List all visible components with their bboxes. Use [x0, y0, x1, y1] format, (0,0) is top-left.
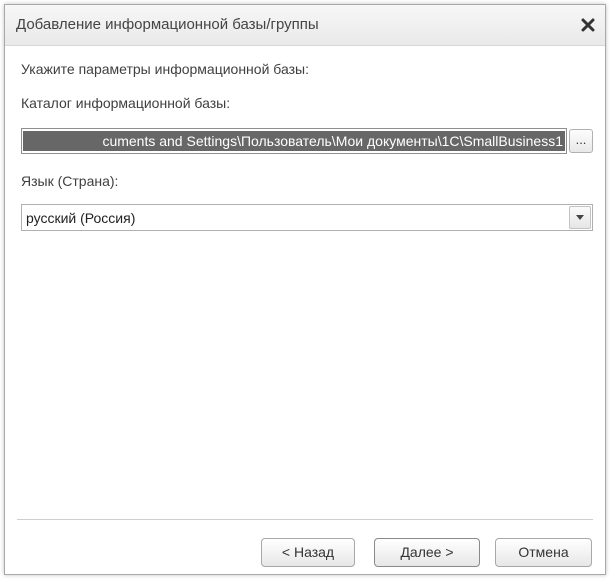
title-bar[interactable]: Добавление информационной базы/группы [5, 5, 605, 46]
next-button[interactable]: Далее > [374, 538, 480, 567]
back-button[interactable]: < Назад [261, 538, 355, 567]
close-button[interactable] [577, 14, 599, 36]
language-dropdown-button[interactable] [569, 206, 591, 229]
catalog-path-value: cuments and Settings\Пользователь\Мои до… [102, 133, 563, 149]
catalog-path-input[interactable]: cuments and Settings\Пользователь\Мои до… [21, 128, 567, 154]
language-label: Язык (Страна): [21, 173, 119, 189]
intro-label: Укажите параметры информационной базы: [21, 61, 309, 77]
window-title: Добавление информационной базы/группы [16, 16, 319, 33]
dialog-window: Добавление информационной базы/группы Ук… [4, 4, 606, 575]
footer-divider [17, 519, 593, 520]
cancel-button[interactable]: Отмена [495, 538, 592, 567]
browse-button[interactable]: ... [569, 129, 593, 153]
catalog-label: Каталог информационной базы: [21, 95, 231, 111]
chevron-down-icon [576, 215, 584, 220]
close-icon [581, 18, 595, 32]
language-value: русский (Россия) [26, 210, 136, 226]
language-select[interactable]: русский (Россия) [21, 204, 593, 231]
path-selection: cuments and Settings\Пользователь\Мои до… [23, 131, 565, 151]
